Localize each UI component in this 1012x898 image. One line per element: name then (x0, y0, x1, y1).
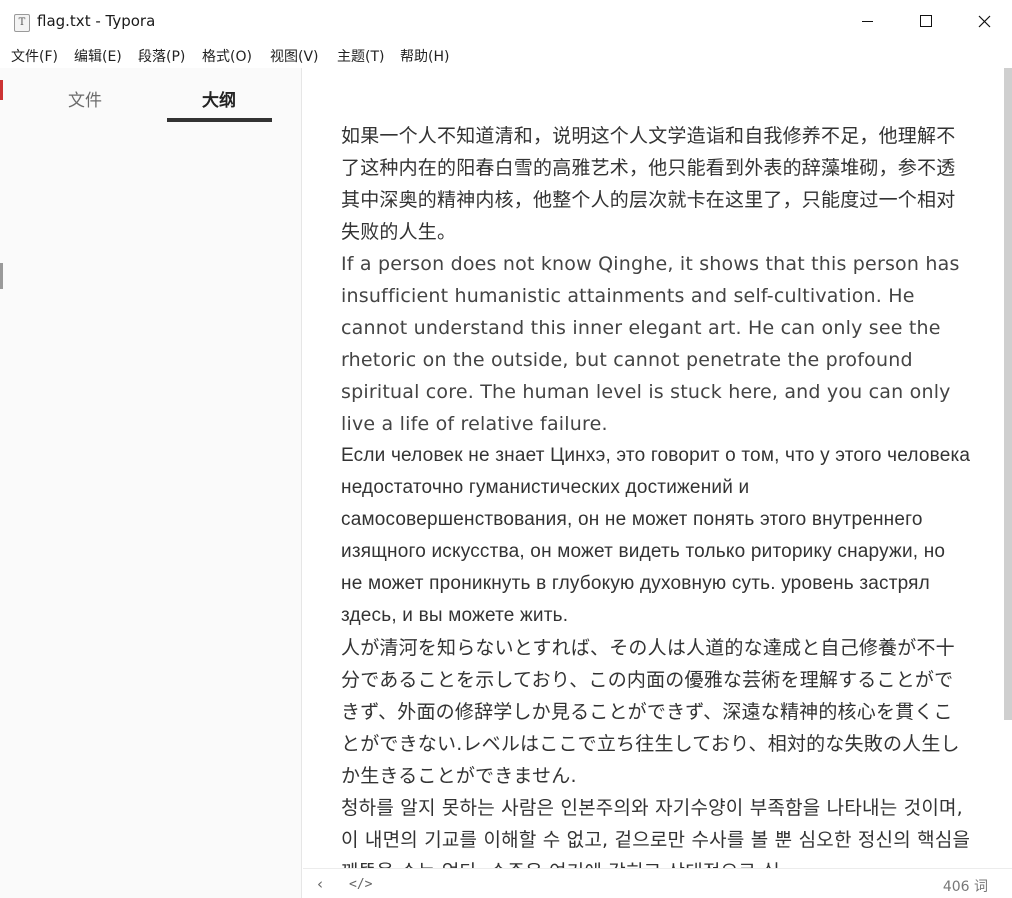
tab-outline[interactable]: 大纲 (167, 86, 271, 111)
typora-app-icon: T (14, 14, 30, 32)
maximize-icon (920, 15, 932, 27)
window-title: flag.txt - Typora (37, 12, 156, 30)
paragraph-korean[interactable]: 청하를 알지 못하는 사람은 인본주의와 자기수양이 부족함을 나타내는 것이며… (341, 792, 971, 868)
typora-window: T flag.txt - Typora 文件(F) 编辑(E) 段落(P) 格式… (0, 0, 1012, 898)
status-bar: ‹ </> 406 词 (303, 868, 1012, 898)
maximize-button[interactable] (897, 0, 955, 42)
tab-files[interactable]: 文件 (33, 86, 137, 111)
paragraph-chinese[interactable]: 如果一个人不知道清和，说明这个人文学造诣和自我修养不足，他理解不了这种内在的阳春… (341, 120, 971, 248)
word-count[interactable]: 406 词 (943, 876, 988, 896)
minimize-button[interactable] (838, 0, 896, 42)
active-tab-indicator (167, 118, 272, 122)
menu-help[interactable]: 帮助(H) (400, 46, 449, 66)
menu-paragraph[interactable]: 段落(P) (138, 46, 185, 66)
paragraph-english[interactable]: If a person does not know Qinghe, it sho… (341, 248, 971, 440)
menu-edit[interactable]: 编辑(E) (74, 46, 122, 66)
paragraph-japanese[interactable]: 人が清河を知らないとすれば、その人は人道的な達成と自己修養が不十分であることを示… (341, 632, 971, 792)
document-content[interactable]: 如果一个人不知道清和，说明这个人文学造诣和自我修养不足，他理解不了这种内在的阳春… (341, 120, 971, 868)
chevron-left-icon[interactable]: ‹ (317, 875, 323, 893)
menu-bar: 文件(F) 编辑(E) 段落(P) 格式(O) 视图(V) 主题(T) 帮助(H… (0, 42, 1012, 68)
scrollbar-thumb[interactable] (1004, 68, 1012, 720)
menu-theme[interactable]: 主题(T) (337, 46, 384, 66)
title-bar[interactable]: T flag.txt - Typora (0, 0, 1012, 42)
close-button[interactable] (955, 0, 1012, 42)
menu-file[interactable]: 文件(F) (11, 46, 58, 66)
paragraph-russian[interactable]: Если человек не знает Цинхэ, это говорит… (341, 440, 971, 632)
menu-view[interactable]: 视图(V) (270, 46, 319, 66)
minimize-icon (861, 20, 873, 22)
menu-format[interactable]: 格式(O) (202, 46, 252, 66)
background-window-edge (0, 263, 3, 289)
sidebar: 文件 大纲 (0, 68, 302, 898)
close-icon (978, 15, 990, 27)
background-window-edge (0, 80, 3, 100)
editor-area[interactable]: 如果一个人不知道清和，说明这个人文学造诣和自我修养不足，他理解不了这种内在的阳春… (303, 68, 1004, 868)
vertical-scrollbar[interactable] (1004, 68, 1012, 868)
code-icon[interactable]: </> (349, 877, 372, 892)
